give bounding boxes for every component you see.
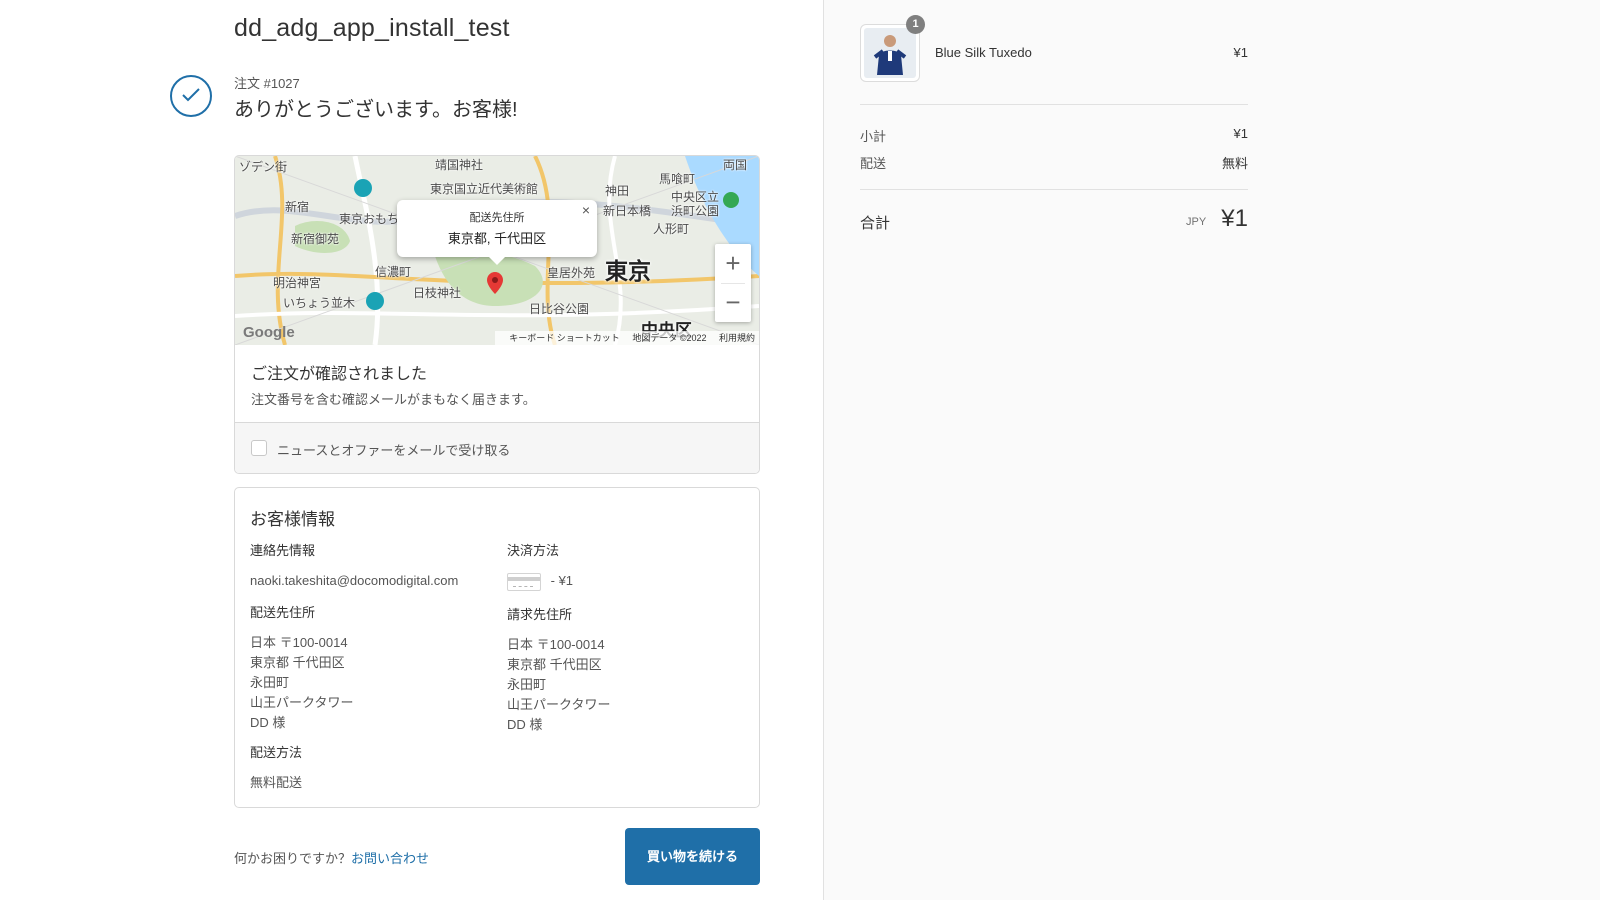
map-label: 東京おもち: [339, 212, 400, 226]
zoom-out-button[interactable]: −: [715, 283, 751, 322]
address-line: 日本 〒100-0014: [507, 637, 605, 652]
billing-address-block: 請求先住所 日本 〒100-0014 東京都 千代田区 永田町 山王パークタワー…: [507, 604, 610, 735]
address-line: 山王パークタワー: [507, 697, 611, 712]
map-label: 神田: [605, 184, 630, 198]
map-label: いちょう並木: [283, 296, 356, 310]
popup-address: 東京都, 千代田区: [447, 231, 547, 246]
terms-link[interactable]: 利用規約: [719, 333, 755, 343]
confirmation-text: 注文番号を含む確認メールがまもなく届きます。: [251, 392, 536, 407]
confirmation-section: ご注文が確認されました 注文番号を含む確認メールがまもなく届きます。: [235, 345, 759, 423]
product-name: Blue Silk Tuxedo: [935, 45, 1032, 60]
address-line: 永田町: [507, 677, 547, 692]
total-value: ¥1: [1221, 205, 1248, 232]
main-panel: dd_adg_app_install_test 注文 #1027 ありがとうござ…: [0, 0, 823, 900]
credit-card-icon: [507, 572, 541, 591]
address-line: DD 様: [250, 715, 286, 730]
total-label: 合計: [860, 215, 891, 232]
map-pin-icon[interactable]: [487, 272, 503, 294]
map-label: 東京国立近代美術館: [430, 182, 539, 196]
address-line: 日本 〒100-0014: [250, 635, 348, 650]
map-label: 日枝神社: [413, 286, 462, 300]
product-image: [864, 28, 916, 78]
contact-us-link[interactable]: お問い合わせ: [351, 851, 429, 866]
shipping-address-block: 配送先住所 日本 〒100-0014 東京都 千代田区 永田町 山王パークタワー…: [250, 602, 353, 733]
map-info-popup: 配送先住所 東京都, 千代田区 ×: [397, 200, 597, 265]
address-line: 東京都 千代田区: [250, 655, 345, 670]
zoom-in-button[interactable]: +: [715, 244, 751, 283]
map-label: 信濃町: [375, 265, 412, 279]
map-label: 新日本橋: [603, 204, 652, 218]
customer-info-card: お客様情報 連絡先情報 naoki.takeshita@docomodigita…: [234, 487, 760, 808]
newsletter-label[interactable]: ニュースとオファーをメールで受け取る: [277, 440, 510, 459]
store-title[interactable]: dd_adg_app_install_test: [234, 14, 510, 43]
subtotal-label: 小計: [860, 129, 887, 144]
confirmation-title: ご注文が確認されました: [251, 366, 428, 383]
billing-address-label: 請求先住所: [507, 607, 573, 622]
google-logo[interactable]: Google: [243, 324, 295, 341]
payment-label: 決済方法: [507, 543, 560, 558]
map-label: ゾデン街: [239, 160, 288, 174]
map-attribution: キーボード ショートカット 地図データ ©2022 利用規約: [495, 331, 759, 345]
delivery-map[interactable]: ゾデン街 靖国神社 東京国立近代美術館 新宿 東京おもち 新宿御苑 明治神宮 い…: [235, 156, 759, 345]
contact-email: naoki.takeshita@docomodigital.com: [250, 573, 459, 588]
contact-label: 連絡先情報: [250, 543, 316, 558]
help-question: 何かお困りですか？: [234, 851, 352, 866]
divider: [860, 104, 1248, 105]
checkmark-icon: [170, 75, 212, 117]
map-label: 皇居外苑: [547, 266, 596, 280]
zoom-controls: + −: [715, 244, 751, 322]
address-line: 東京都 千代田区: [507, 657, 602, 672]
shipping-method-label: 配送方法: [250, 745, 303, 760]
close-icon[interactable]: ×: [582, 202, 590, 218]
map-label: 日比谷公園: [529, 302, 590, 316]
total-currency: JPY: [1186, 216, 1207, 228]
map-label: 馬喰町: [659, 172, 696, 186]
map-data-text: 地図データ ©2022: [632, 333, 707, 343]
shipping-label: 配送: [860, 156, 887, 171]
address-line: DD 様: [507, 717, 543, 732]
newsletter-section: ニュースとオファーをメールで受け取る: [235, 423, 759, 473]
shipping-method-value: 無料配送: [250, 775, 303, 790]
thank-you-heading: ありがとうございます。お客様!: [234, 99, 518, 121]
payment-amount: - ¥1: [550, 573, 574, 588]
map-label: 浜町公園: [671, 204, 720, 218]
product-price: ¥1: [1233, 45, 1248, 60]
popup-title: 配送先住所: [469, 212, 525, 224]
map-label: 新宿: [285, 200, 310, 214]
keyboard-shortcuts-link[interactable]: キーボード ショートカット: [509, 333, 620, 343]
map-label: 明治神宮: [273, 276, 322, 290]
subtotal-value: ¥1: [1233, 126, 1248, 141]
map-label: 両国: [723, 158, 748, 172]
payment-value-row: - ¥1: [507, 571, 573, 591]
customer-info-title: お客様情報: [250, 510, 335, 529]
shipping-method-block: 配送方法 無料配送: [250, 742, 302, 793]
continue-shopping-button[interactable]: 買い物を続ける: [625, 828, 760, 885]
map-label: 新宿御苑: [291, 232, 340, 246]
address-line: 山王パークタワー: [250, 695, 354, 710]
map-label: 靖国神社: [435, 158, 484, 172]
newsletter-checkbox[interactable]: [251, 440, 267, 456]
order-status-card: ゾデン街 靖国神社 東京国立近代美術館 新宿 東京おもち 新宿御苑 明治神宮 い…: [234, 155, 760, 474]
order-number: 注文 #1027: [234, 76, 300, 91]
divider: [721, 283, 745, 284]
map-label: 人形町: [653, 222, 690, 236]
map-city-label: 東京: [605, 258, 651, 284]
address-line: 永田町: [250, 675, 290, 690]
divider: [860, 189, 1248, 190]
shipping-address-label: 配送先住所: [250, 605, 316, 620]
quantity-badge: 1: [906, 15, 925, 34]
help-text: 何かお困りですか？お問い合わせ: [234, 848, 429, 867]
shipping-value: 無料: [1221, 156, 1248, 171]
contact-block: 連絡先情報 naoki.takeshita@docomodigital.com: [250, 540, 458, 591]
payment-block: 決済方法 - ¥1: [507, 540, 573, 591]
